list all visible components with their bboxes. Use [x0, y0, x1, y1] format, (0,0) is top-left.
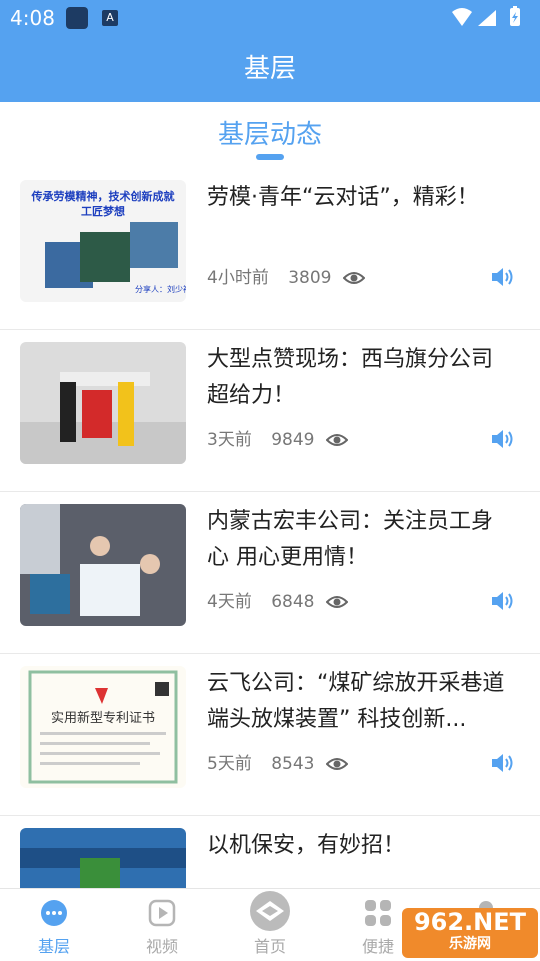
list-item[interactable]: 以机保安，有妙招！	[0, 816, 540, 888]
speaker-icon[interactable]	[490, 752, 514, 774]
news-title[interactable]: 以机保安，有妙招！	[207, 828, 507, 864]
news-list[interactable]: 传承劳模精神，技术创新成就 工匠梦想 分享人：刘少祥 劳模·青年“云对话”，精彩…	[0, 168, 540, 888]
news-meta: 4小时前 3809	[207, 263, 365, 288]
chat-bubble-icon	[41, 900, 67, 926]
eye-icon	[325, 434, 348, 446]
thumb-cert-title: 实用新型专利证书	[51, 710, 155, 726]
thumb-text-sign: 分享人：刘少祥	[135, 284, 186, 294]
page-title: 基层	[243, 54, 296, 84]
speaker-icon[interactable]	[490, 266, 514, 288]
eye-icon	[325, 758, 348, 770]
news-time: 3天前	[207, 430, 252, 450]
status-time: 4:08	[10, 6, 55, 30]
news-views: 6848	[271, 592, 315, 612]
app-header: 基层	[0, 36, 540, 102]
thumb-text-line2: 工匠梦想	[81, 204, 125, 218]
eye-icon	[342, 272, 365, 284]
news-time: 5天前	[207, 754, 252, 774]
speaker-icon[interactable]	[490, 590, 514, 612]
news-time: 4天前	[207, 592, 252, 612]
news-meta: 5天前 8543	[207, 749, 348, 774]
status-bar: 4:08 A	[0, 0, 540, 36]
grid-icon	[365, 900, 391, 926]
home-logo-icon	[250, 891, 290, 931]
news-title[interactable]: 大型点赞现场：西乌旗分公司超给力！	[207, 342, 507, 414]
news-thumbnail	[20, 504, 186, 626]
section-header: 基层动态	[0, 102, 540, 168]
eye-icon	[325, 596, 348, 608]
news-views: 8543	[271, 754, 315, 774]
list-item[interactable]: 实用新型专利证书 云飞公司：“煤矿综放开采巷道端头放煤装置” 科技创新... 5…	[0, 654, 540, 816]
watermark-line2: 乐游网	[449, 936, 491, 952]
tab-video[interactable]: 视频	[108, 889, 216, 961]
news-title[interactable]: 内蒙古宏丰公司：关注员工身心 用心更用情！	[207, 504, 507, 576]
news-thumbnail: 实用新型专利证书	[20, 666, 186, 788]
news-thumbnail	[20, 342, 186, 464]
tab-grassroots[interactable]: 基层	[0, 889, 108, 961]
tab-label: 首页	[253, 937, 286, 956]
tab-grassroots-news[interactable]: 基层动态	[0, 114, 540, 151]
list-item[interactable]: 大型点赞现场：西乌旗分公司超给力！ 3天前 9849	[0, 330, 540, 492]
thumb-text-line1: 传承劳模精神，技术创新成就	[31, 189, 175, 203]
news-title[interactable]: 劳模·青年“云对话”，精彩！	[207, 180, 507, 216]
wifi-signal-battery-icon	[452, 6, 520, 26]
tab-label: 基层	[37, 937, 70, 956]
news-thumbnail	[20, 828, 186, 888]
list-item[interactable]: 传承劳模精神，技术创新成就 工匠梦想 分享人：刘少祥 劳模·青年“云对话”，精彩…	[0, 168, 540, 330]
news-views: 9849	[271, 430, 315, 450]
keyboard-icon: A	[102, 10, 118, 26]
news-title[interactable]: 云飞公司：“煤矿综放开采巷道端头放煤装置” 科技创新...	[207, 666, 507, 738]
tab-indicator	[256, 154, 284, 160]
status-icons	[450, 6, 530, 34]
speaker-icon[interactable]	[490, 428, 514, 450]
watermark-line1: 962.NET	[413, 908, 527, 936]
news-time: 4小时前	[207, 268, 269, 288]
news-meta: 4天前 6848	[207, 587, 348, 612]
news-views: 3809	[288, 268, 332, 288]
watermark-logo: 962.NET 乐游网	[402, 908, 538, 958]
news-meta: 3天前 9849	[207, 425, 348, 450]
tab-label: 视频	[145, 937, 178, 956]
list-item[interactable]: 内蒙古宏丰公司：关注员工身心 用心更用情！ 4天前 6848	[0, 492, 540, 654]
notification-icon	[66, 7, 88, 29]
news-thumbnail: 传承劳模精神，技术创新成就 工匠梦想 分享人：刘少祥	[20, 180, 186, 302]
play-icon	[148, 899, 176, 927]
tab-home[interactable]: 首页	[216, 889, 324, 961]
